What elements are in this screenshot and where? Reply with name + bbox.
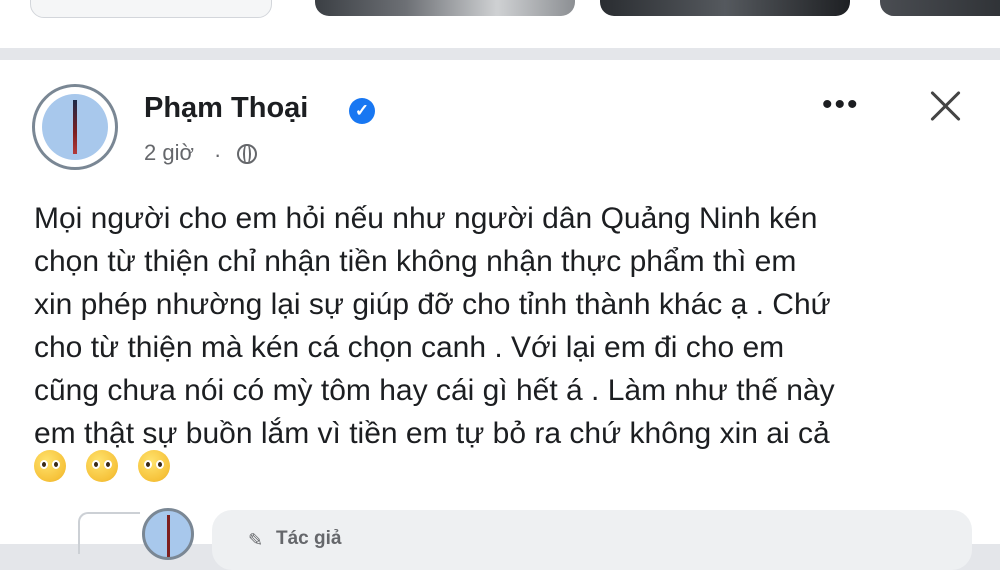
pleading-face-emoji	[138, 450, 170, 482]
pleading-face-emoji	[86, 450, 118, 482]
story-thumbnail[interactable]	[315, 0, 575, 16]
post-text-line: cũng chưa nói có mỳ tôm hay cái gì hết á…	[34, 374, 835, 407]
feed-divider	[0, 48, 1000, 60]
avatar-image	[42, 94, 108, 160]
emoji-row	[34, 450, 190, 484]
stories-strip	[0, 0, 1000, 48]
story-thumbnail[interactable]	[30, 0, 272, 18]
post-text-line: chọn từ thiện chỉ nhận tiền không nhận t…	[34, 245, 797, 278]
pleading-face-emoji	[34, 450, 66, 482]
reply-thread-line	[78, 512, 140, 554]
more-options-icon[interactable]: •••	[822, 90, 866, 120]
post-time[interactable]: 2 giờ	[144, 140, 194, 166]
story-thumbnail[interactable]	[600, 0, 850, 16]
post-text: Mọi người cho em hỏi nếu như người dân Q…	[34, 197, 984, 455]
story-thumbnail[interactable]	[880, 0, 1000, 16]
author-badge: Tác giả	[276, 528, 342, 549]
time-separator: ·	[214, 142, 222, 167]
post-text-line: xin phép nhường lại sự giúp đỡ cho tỉnh …	[34, 288, 831, 321]
globe-icon[interactable]	[237, 144, 257, 164]
close-icon[interactable]	[926, 86, 966, 126]
post-text-line: em thật sự buồn lắm vì tiền em tự bỏ ra …	[34, 417, 830, 450]
author-name[interactable]: Phạm Thoại	[144, 92, 308, 125]
reply-author-avatar[interactable]	[142, 508, 194, 560]
post-text-line: Mọi người cho em hỏi nếu như người dân Q…	[34, 202, 818, 235]
verified-check-icon: ✓	[349, 98, 375, 124]
pencil-icon: ✎	[248, 530, 264, 550]
post-text-line: cho từ thiện mà kén cá chọn canh . Với l…	[34, 331, 785, 364]
author-avatar[interactable]	[32, 84, 118, 170]
